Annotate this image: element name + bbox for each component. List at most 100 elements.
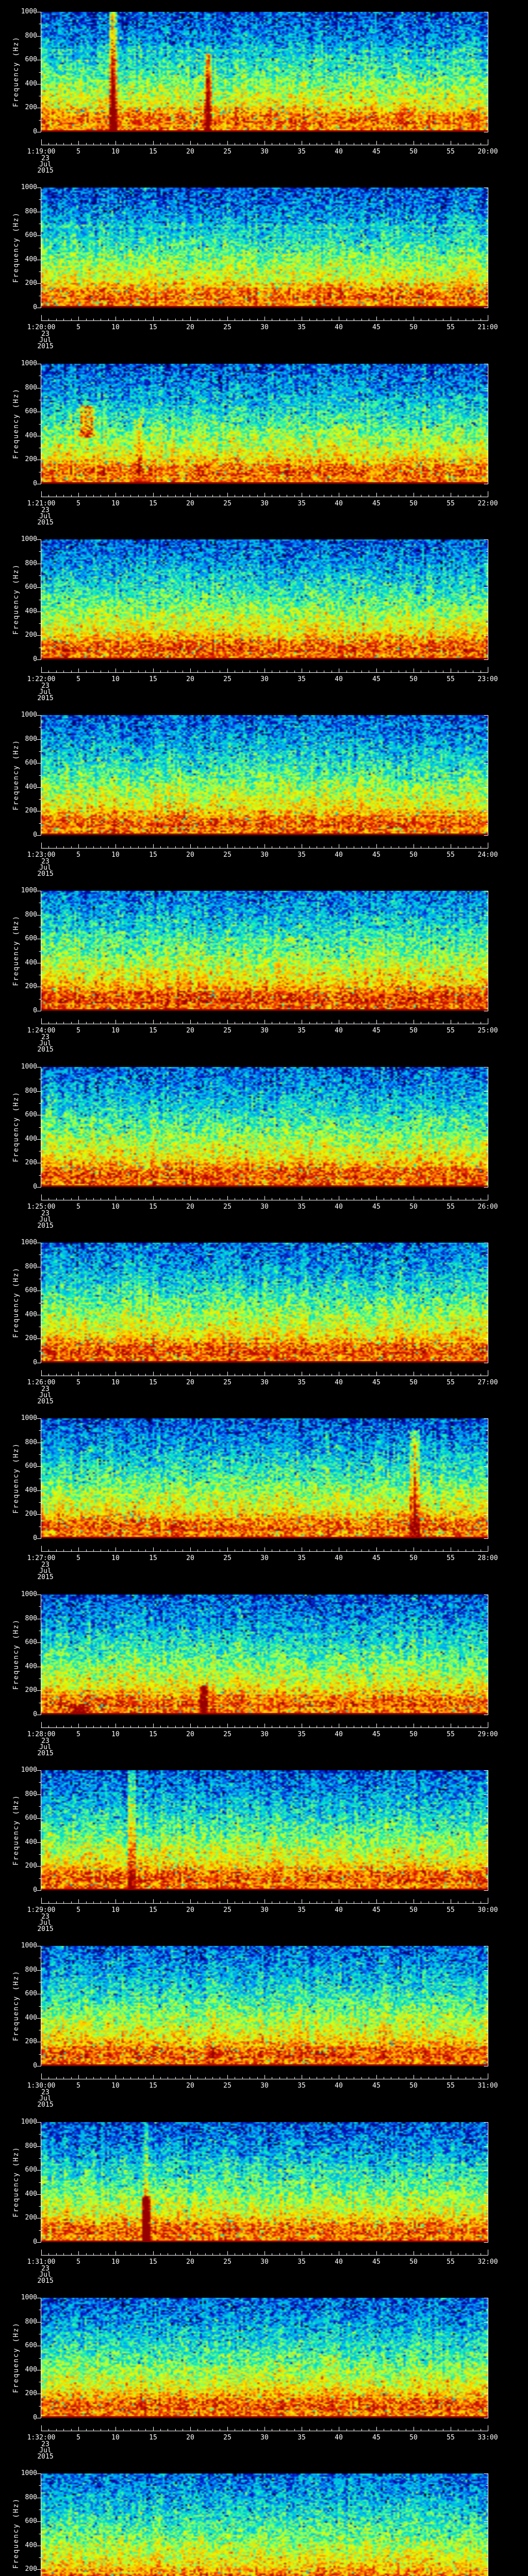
axis-lines xyxy=(37,539,488,673)
y-tick-label: 200 xyxy=(25,2565,37,2573)
y-tick-label: 0 xyxy=(33,1183,37,1191)
x-end-time-label: 30:00 xyxy=(477,1906,498,1914)
y-tick-label: 0 xyxy=(33,1007,37,1014)
spectrogram-panel: Frequency (Hz) 1000 800 600 400 200 0 1:27:00 5 1… xyxy=(0,1406,528,1583)
y-tick-label: 200 xyxy=(25,1862,37,1870)
date-year-label: 2015 xyxy=(37,1750,54,1757)
y-tick-label: 800 xyxy=(25,208,37,215)
axis-lines xyxy=(37,364,488,497)
y-tick-label: 400 xyxy=(25,607,37,615)
y-tick-label: 400 xyxy=(25,783,37,791)
spectrogram-panel: Frequency (Hz) 1000 800 600 400 200 0 1:22:00 5 1… xyxy=(0,528,528,704)
spectrogram-panel: Frequency (Hz) 1000 800 600 400 200 0 1:19:00 5 1… xyxy=(0,0,528,176)
x-end-time-label: 20:00 xyxy=(477,148,498,156)
y-tick-label: 400 xyxy=(25,1135,37,1143)
y-tick-label: 800 xyxy=(25,2494,37,2501)
x-end-time-label: 31:00 xyxy=(477,2082,498,2090)
y-tick-label: 600 xyxy=(25,2166,37,2174)
x-end-time-label: 25:00 xyxy=(477,1027,498,1035)
y-tick-label: 800 xyxy=(25,1790,37,1798)
date-year-label: 2015 xyxy=(37,2453,54,2461)
y-tick-label: 200 xyxy=(25,1159,37,1166)
y-tick-label: 200 xyxy=(25,2214,37,2222)
y-tick-label: 1000 xyxy=(21,1942,37,1950)
y-tick-label: 0 xyxy=(33,2238,37,2246)
y-tick-label: 200 xyxy=(25,2038,37,2045)
y-tick-label: 0 xyxy=(33,128,37,135)
y-tick-label: 200 xyxy=(25,279,37,287)
y-tick-label: 1000 xyxy=(21,183,37,191)
x-end-time-label: 33:00 xyxy=(477,2434,498,2442)
x-end-time-label: 24:00 xyxy=(477,851,498,859)
date-year-label: 2015 xyxy=(37,519,54,527)
spectrogram-panel: Frequency (Hz)100080060040020001:33:0051… xyxy=(0,2462,528,2576)
y-tick-label: 1000 xyxy=(21,1414,37,1422)
spectrogram-panel: Frequency (Hz) 1000 800 600 400 200 0 1:21:00 5 1… xyxy=(0,352,528,528)
date-year-label: 2015 xyxy=(37,2101,54,2109)
date-year-label: 2015 xyxy=(37,167,54,175)
y-tick-label: 1000 xyxy=(21,360,37,367)
axis-lines xyxy=(37,715,488,849)
date-year-label: 2015 xyxy=(37,1925,54,1933)
x-end-time-label: 23:00 xyxy=(477,675,498,683)
y-tick-label: 600 xyxy=(25,935,37,942)
y-tick-label: 600 xyxy=(25,1286,37,1294)
y-tick-label: 600 xyxy=(25,231,37,239)
axis-lines xyxy=(37,1595,488,1728)
y-tick-label: 800 xyxy=(25,560,37,567)
y-tick-label: 400 xyxy=(25,2014,37,2022)
y-tick-label: 800 xyxy=(25,1615,37,1622)
y-tick-label: 0 xyxy=(33,1534,37,1542)
date-year-label: 2015 xyxy=(37,694,54,702)
y-tick-label: 1000 xyxy=(21,887,37,894)
y-tick-label: 200 xyxy=(25,631,37,639)
y-tick-label: 0 xyxy=(33,2062,37,2070)
axis-lines xyxy=(37,2473,488,2576)
date-year-label: 2015 xyxy=(37,870,54,878)
axes-ticks xyxy=(37,2473,488,2576)
x-end-time-label: 28:00 xyxy=(477,1554,498,1562)
axis-lines xyxy=(37,2298,488,2431)
y-tick-label: 600 xyxy=(25,56,37,63)
y-tick-label: 600 xyxy=(25,1990,37,1997)
y-tick-label: 800 xyxy=(25,32,37,40)
y-tick-label: 600 xyxy=(25,1462,37,1470)
spectrogram-panel: Frequency (Hz) 1000 800 600 400 200 0 1:31:00 5 1… xyxy=(0,2110,528,2286)
y-tick-label: 600 xyxy=(25,2517,37,2525)
y-tick-label: 200 xyxy=(25,982,37,990)
y-tick-label: 400 xyxy=(25,959,37,967)
axis-lines xyxy=(37,891,488,1024)
y-tick-label: 1000 xyxy=(21,2294,37,2301)
y-tick-label: 400 xyxy=(25,432,37,439)
y-tick-label: 400 xyxy=(25,1486,37,1494)
x-end-time-label: 32:00 xyxy=(477,2258,498,2266)
y-tick-label: 0 xyxy=(33,1359,37,1366)
y-tick-label: 0 xyxy=(33,480,37,487)
y-tick-label: 600 xyxy=(25,408,37,415)
y-tick-label: 0 xyxy=(33,831,37,839)
y-tick-label: 1000 xyxy=(21,711,37,719)
y-tick-label: 800 xyxy=(25,2318,37,2326)
spectrogram-panel: Frequency (Hz) 1000 800 600 400 200 0 1:30:00 5 1… xyxy=(0,1934,528,2110)
y-tick-label: 400 xyxy=(25,1311,37,1318)
y-tick-label: 800 xyxy=(25,2142,37,2150)
date-year-label: 2015 xyxy=(37,343,54,350)
axis-lines xyxy=(37,1770,488,1904)
y-tick-label: 800 xyxy=(25,1438,37,1446)
y-tick-label: 600 xyxy=(25,1111,37,1118)
y-tick-label: 800 xyxy=(25,1966,37,1974)
spectrogram-panel: Frequency (Hz) 1000 800 600 400 200 0 1:32:00 5 1… xyxy=(0,2286,528,2462)
axis-lines xyxy=(37,188,488,321)
y-tick-label: 600 xyxy=(25,759,37,767)
axis-lines xyxy=(37,2122,488,2256)
x-end-time-label: 29:00 xyxy=(477,1731,498,1738)
date-year-label: 2015 xyxy=(37,1573,54,1581)
y-tick-label: 400 xyxy=(25,2541,37,2549)
y-tick-label: 600 xyxy=(25,583,37,591)
y-tick-label: 200 xyxy=(25,455,37,463)
y-tick-label: 800 xyxy=(25,1263,37,1270)
spectrogram-panel: Frequency (Hz) 1000 800 600 400 200 0 1:25:00 5 1… xyxy=(0,1055,528,1231)
y-tick-label: 200 xyxy=(25,807,37,815)
y-tick-label: 800 xyxy=(25,735,37,743)
y-tick-label: 800 xyxy=(25,911,37,919)
